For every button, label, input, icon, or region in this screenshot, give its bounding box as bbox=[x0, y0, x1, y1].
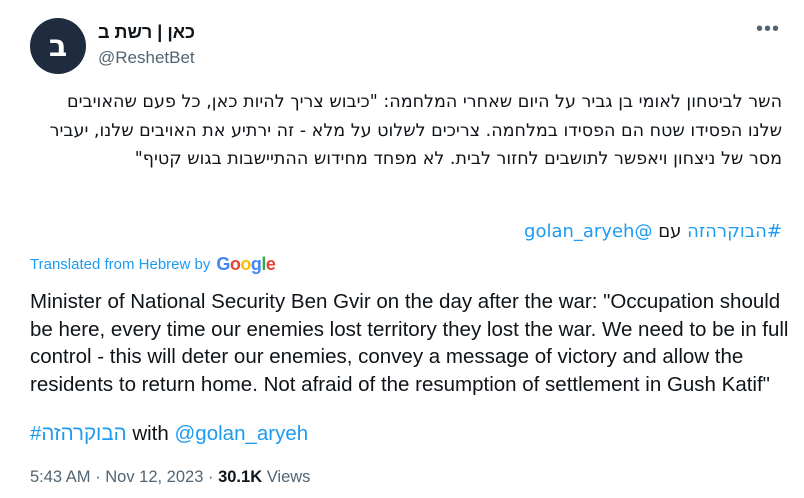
mention-link[interactable]: @golan_aryeh bbox=[524, 221, 652, 242]
account-names: כאן | רשת ב @ReshetBet bbox=[98, 20, 195, 70]
translated-from-link[interactable]: Translated from Hebrew by Google bbox=[30, 254, 276, 275]
views-label: Views bbox=[266, 468, 311, 486]
tweet-header: ב כאן | רשת ב @ReshetBet ••• bbox=[30, 16, 790, 76]
hebrew-tags-line: #הבוקרהזה עם @golan_aryeh bbox=[32, 218, 782, 246]
with-label-he: עם bbox=[658, 221, 682, 242]
translated-label: Translated from Hebrew by bbox=[30, 256, 211, 273]
avatar[interactable]: ב bbox=[30, 18, 86, 74]
tweet-text-hebrew: השר לביטחון לאומי בן גביר על היום שאחרי … bbox=[49, 92, 782, 169]
display-name[interactable]: כאן | רשת ב bbox=[98, 20, 195, 44]
google-letter: g bbox=[250, 254, 262, 274]
google-letter: o bbox=[240, 254, 251, 274]
with-label-en: with bbox=[132, 422, 169, 445]
google-letter: e bbox=[265, 254, 276, 274]
english-tags-line: #הבוקרהזה with @golan_aryeh bbox=[30, 420, 308, 448]
meta-separator: · bbox=[207, 468, 214, 486]
tweet-meta: 5:43 AM · Nov 12, 2023 · 30.1K Views bbox=[30, 468, 310, 487]
google-letter: G bbox=[216, 254, 230, 274]
google-logo: Google bbox=[216, 254, 276, 275]
hashtag-link[interactable]: #הבוקרהזה bbox=[687, 221, 782, 242]
hashtag-link-translated[interactable]: #הבוקרהזה bbox=[30, 422, 127, 445]
google-letter: o bbox=[229, 254, 241, 274]
tweet-time[interactable]: 5:43 AM bbox=[30, 468, 91, 486]
tweet-date[interactable]: Nov 12, 2023 bbox=[105, 468, 203, 486]
mention-link-translated[interactable]: @golan_aryeh bbox=[175, 422, 309, 445]
tweet-text-english: Minister of National Security Ben Gvir o… bbox=[30, 290, 789, 396]
more-options-icon[interactable]: ••• bbox=[756, 18, 780, 41]
meta-separator: · bbox=[95, 468, 101, 486]
views-count[interactable]: 30.1K bbox=[218, 468, 262, 486]
handle[interactable]: @ReshetBet bbox=[98, 46, 195, 70]
